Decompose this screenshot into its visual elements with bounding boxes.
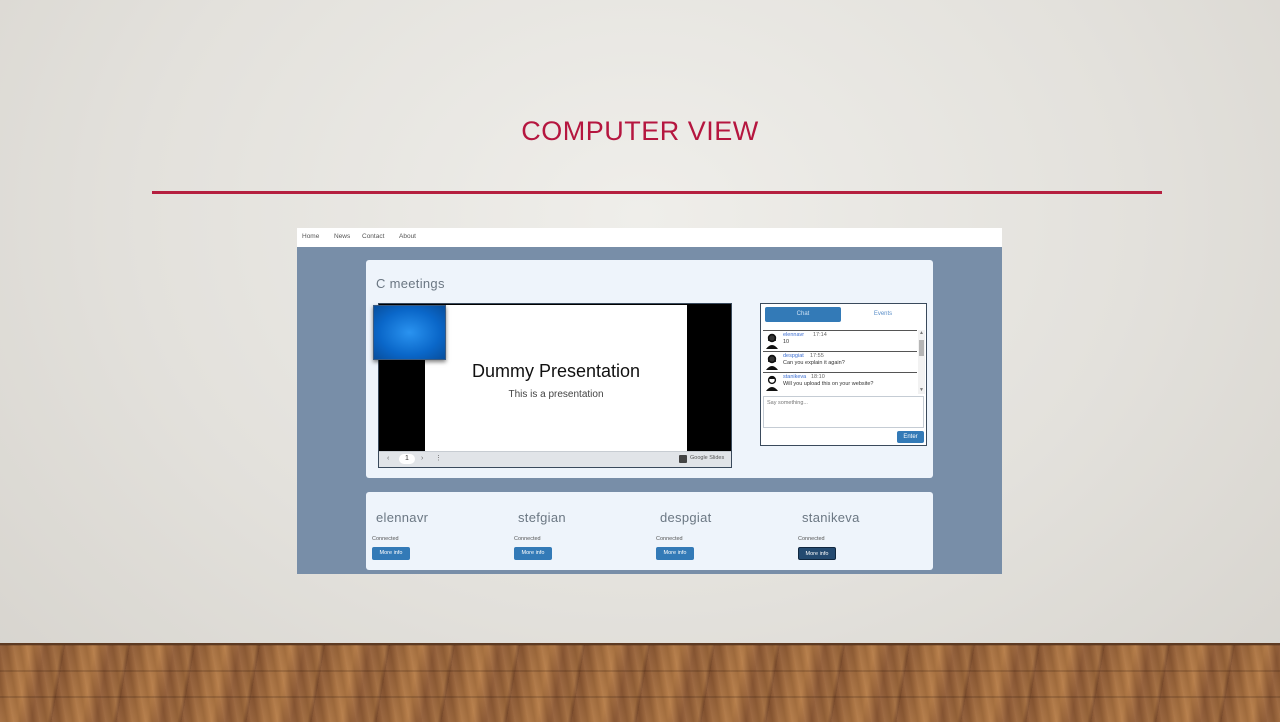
chat-message: elennavr 17:14 10 [763,330,917,352]
nav-about[interactable]: About [399,233,416,240]
page-number[interactable]: 1 [399,454,415,464]
tab-events[interactable]: Events [845,307,921,322]
presentation-slide: Dummy Presentation This is a presentatio… [425,305,687,452]
chat-message: despgiat 17:55 Can you explain it again? [763,351,917,373]
video-tile[interactable] [373,305,446,360]
message-time: 17:14 [813,332,827,338]
female-avatar-icon [766,354,778,370]
slide-title: COMPUTER VIEW [521,116,759,146]
participant-card: stanikeva Connected More info [792,492,934,570]
message-user: stanikeva [783,374,807,380]
participant-status: Connected [656,536,683,542]
enter-button[interactable]: Enter [897,431,924,443]
google-slides-icon[interactable] [679,455,687,463]
message-user: elennavr [783,332,805,338]
nav-news[interactable]: News [334,233,350,240]
participant-card: despgiat Connected More info [650,492,792,570]
participant-name: stefgian [518,510,566,525]
participants-panel: elennavr Connected More info stefgian Co… [366,492,933,570]
participant-name: despgiat [660,510,712,525]
message-text: Will you upload this on your website? [783,381,874,387]
next-slide-button[interactable]: › [421,455,423,462]
presentation-subtitle: This is a presentation [508,389,604,400]
chat-messages[interactable]: elennavr 17:14 10 despgiat 17:55 Can you… [763,330,925,394]
chat-box: Chat Events elennavr 17:14 10 despgiat 1… [760,303,927,446]
top-navbar: Home News Contact About [297,228,1002,247]
scroll-up-icon[interactable]: ▲ [919,330,924,336]
participant-name: stanikeva [802,510,860,525]
female-avatar-icon [766,333,778,349]
participant-card: elennavr Connected More info [366,492,508,570]
more-info-button[interactable]: More info [798,547,836,560]
chat-message: stanikeva 18:10 Will you upload this on … [763,372,917,394]
male-avatar-icon [766,375,778,391]
tab-chat[interactable]: Chat [765,307,841,322]
scroll-down-icon[interactable]: ▼ [919,387,924,393]
more-info-button[interactable]: More info [372,547,410,560]
presentation-controls: ‹ 1 › ⋮ Google Slides [379,451,731,467]
nav-contact[interactable]: Contact [362,233,384,240]
meeting-panel: C meetings Dummy Presentation This is a … [366,260,933,478]
message-time: 17:55 [810,353,824,359]
nav-home[interactable]: Home [302,233,319,240]
presentation-heading: Dummy Presentation [471,361,641,381]
participant-name: elennavr [376,510,429,525]
message-text: Can you explain it again? [783,360,845,366]
meeting-title: C meetings [376,276,445,291]
participant-status: Connected [798,536,825,542]
title-divider [152,191,1162,194]
presentation-embed[interactable]: Dummy Presentation This is a presentatio… [373,303,732,468]
message-text: 10 [783,339,790,345]
more-info-button[interactable]: More info [656,547,694,560]
more-info-button[interactable]: More info [514,547,552,560]
participant-card: stefgian Connected More info [508,492,650,570]
participant-status: Connected [514,536,541,542]
app-screenshot: Home News Contact About C meetings Dummy… [297,228,1002,574]
participant-status: Connected [372,536,399,542]
wooden-floor [0,643,1280,722]
message-user: despgiat [783,353,804,359]
message-time: 18:10 [811,374,825,380]
more-options-icon[interactable]: ⋮ [435,454,442,462]
prev-slide-button[interactable]: ‹ [387,455,389,462]
chat-scrollbar[interactable]: ▲ ▼ [918,330,925,394]
google-slides-link[interactable]: Google Slides [690,455,724,461]
chat-input[interactable] [763,396,924,428]
scroll-thumb[interactable] [919,340,924,356]
